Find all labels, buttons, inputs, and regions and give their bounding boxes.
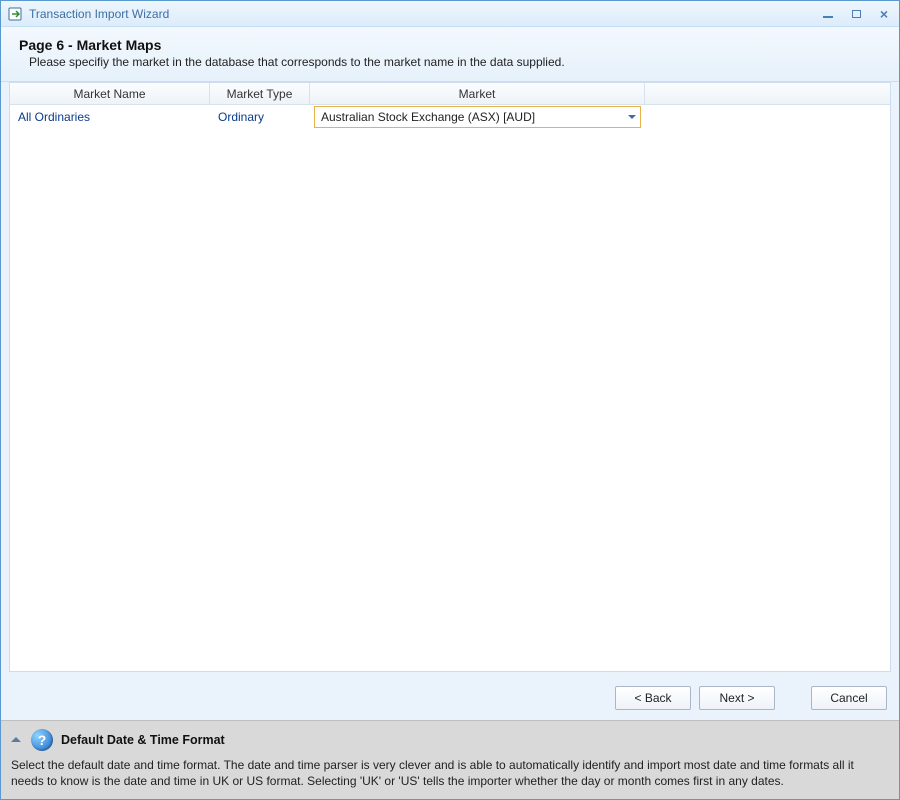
- cell-market-type: Ordinary: [210, 110, 310, 124]
- chevron-down-icon: [628, 115, 636, 119]
- back-button[interactable]: < Back: [615, 686, 691, 710]
- cell-market: Australian Stock Exchange (ASX) [AUD]: [310, 106, 645, 128]
- app-icon: [7, 6, 23, 22]
- market-dropdown[interactable]: Australian Stock Exchange (ASX) [AUD]: [314, 106, 641, 128]
- info-panel-body: Select the default date and time format.…: [11, 757, 889, 789]
- page-header: Page 6 - Market Maps Please specifiy the…: [1, 27, 899, 82]
- maximize-button[interactable]: [845, 5, 867, 23]
- collapse-up-icon: [11, 737, 21, 742]
- window-title: Transaction Import Wizard: [29, 7, 817, 21]
- info-panel-title: Default Date & Time Format: [61, 733, 225, 747]
- column-header-market[interactable]: Market: [310, 83, 645, 104]
- column-header-market-name[interactable]: Market Name: [10, 83, 210, 104]
- window-controls: ×: [817, 5, 895, 23]
- grid-body: All Ordinaries Ordinary Australian Stock…: [10, 105, 890, 671]
- table-row[interactable]: All Ordinaries Ordinary Australian Stock…: [10, 105, 890, 129]
- page-title: Page 6 - Market Maps: [19, 37, 883, 53]
- column-header-market-type[interactable]: Market Type: [210, 83, 310, 104]
- grid-header-row: Market Name Market Type Market: [10, 83, 890, 105]
- market-maps-grid: Market Name Market Type Market All Ordin…: [9, 82, 891, 672]
- page-subtitle: Please specifiy the market in the databa…: [29, 55, 883, 69]
- wizard-button-bar: < Back Next > Cancel: [1, 678, 899, 720]
- help-icon: ?: [31, 729, 53, 751]
- minimize-button[interactable]: [817, 5, 839, 23]
- cancel-button[interactable]: Cancel: [811, 686, 887, 710]
- cell-market-name: All Ordinaries: [10, 110, 210, 124]
- wizard-window: Transaction Import Wizard × Page 6 - Mar…: [0, 0, 900, 800]
- info-panel: ? Default Date & Time Format Select the …: [1, 720, 899, 799]
- info-panel-header[interactable]: ? Default Date & Time Format: [11, 729, 889, 751]
- titlebar: Transaction Import Wizard ×: [1, 1, 899, 27]
- close-button[interactable]: ×: [873, 5, 895, 23]
- market-dropdown-value: Australian Stock Exchange (ASX) [AUD]: [321, 110, 535, 124]
- column-header-empty: [645, 83, 890, 104]
- next-button[interactable]: Next >: [699, 686, 775, 710]
